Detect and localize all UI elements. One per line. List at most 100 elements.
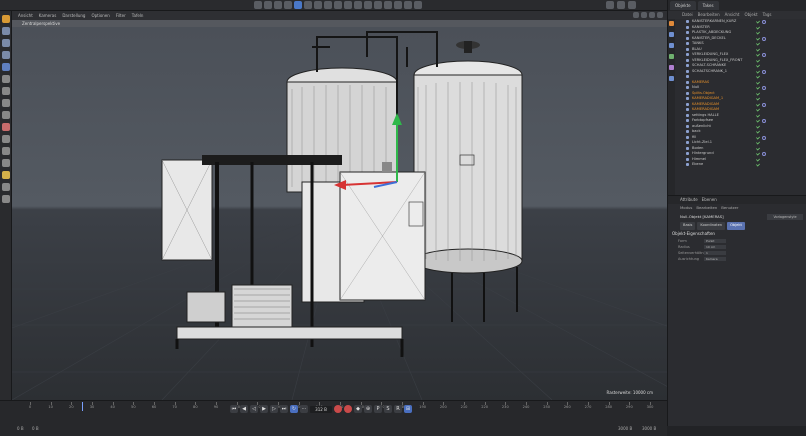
visible-check-icon[interactable] [756, 69, 760, 73]
rotation-key-icon[interactable]: R [394, 405, 402, 413]
array-icon[interactable] [374, 1, 382, 9]
grid-icon[interactable] [2, 195, 10, 203]
move-tool-icon[interactable] [2, 27, 10, 35]
rotate-tool-icon[interactable] [2, 51, 10, 59]
menu-bearbeiten-attr[interactable]: Bearbeiten [696, 204, 717, 212]
visible-check-icon[interactable] [756, 129, 760, 134]
goto-end-icon[interactable]: ⏭ [280, 405, 288, 413]
viewport-3d[interactable]: Rasterweite: 10000 cm [12, 27, 667, 400]
menu-filter[interactable]: Filter [116, 11, 126, 20]
cube-icon[interactable] [344, 1, 352, 9]
scale-key-icon[interactable]: S [384, 405, 392, 413]
menu-ansicht-om[interactable]: Ansicht [725, 11, 740, 19]
snap-tool-icon[interactable] [2, 159, 10, 167]
subtab-basis[interactable]: Basis [680, 222, 696, 230]
extrude-tool-icon[interactable] [2, 99, 10, 107]
camera-icon[interactable] [404, 1, 412, 9]
field-value[interactable]: Kamera [704, 257, 726, 261]
visible-check-icon[interactable] [756, 124, 760, 128]
menu-darstellung[interactable]: Darstellung [62, 11, 85, 20]
live-select-icon[interactable] [274, 1, 282, 9]
pan-icon[interactable] [633, 12, 639, 18]
orbit-icon[interactable] [649, 12, 655, 18]
settings-icon[interactable] [628, 1, 636, 9]
tab-attribute[interactable]: Attribute [680, 196, 698, 204]
paint-tool-icon[interactable] [2, 147, 10, 155]
frame-left[interactable]: 0 B [32, 426, 39, 431]
render-settings-icon[interactable] [334, 1, 342, 9]
layout-icon[interactable] [606, 1, 614, 9]
menu-bearbeiten[interactable]: Bearbeiten [698, 11, 720, 19]
axis-tool-icon[interactable] [2, 63, 10, 71]
menu-tafeln[interactable]: Tafeln [132, 11, 144, 20]
field-orientation[interactable]: Ausrichtung Kamera [668, 256, 806, 262]
model-mode-icon[interactable] [294, 1, 302, 9]
visible-check-icon[interactable] [756, 118, 760, 123]
record-icon[interactable] [334, 405, 342, 413]
menu-datei[interactable]: Datei [682, 11, 693, 19]
polygon-pen-icon[interactable] [2, 75, 10, 83]
points-mode-icon[interactable] [314, 1, 322, 9]
fps-icon[interactable]: ⋯ [300, 405, 308, 413]
play-icon[interactable]: ▶ [260, 405, 268, 413]
prev-frame-icon[interactable]: ◁ [250, 405, 258, 413]
prev-key-icon[interactable]: ◀ [240, 405, 248, 413]
visible-check-icon[interactable] [756, 113, 760, 117]
field-value[interactable]: Punkt [704, 239, 726, 243]
keyframe-selection-icon[interactable]: ⊕ [364, 405, 372, 413]
maximize-icon[interactable] [657, 12, 663, 18]
tag-icon[interactable] [762, 119, 766, 123]
object-mode-icon[interactable] [304, 1, 312, 9]
subtab-koordinaten[interactable]: Koordinaten [697, 222, 726, 230]
preset-dropdown[interactable]: Vorlagenstyle [767, 214, 803, 220]
menu-benutzer[interactable]: Benutzer [721, 204, 738, 212]
visible-check-icon[interactable] [756, 96, 760, 101]
visible-check-icon[interactable] [756, 151, 760, 156]
tab-takes[interactable]: Takes [697, 1, 719, 10]
tag-icon[interactable] [762, 69, 766, 74]
tab-objekte[interactable]: Objekte [670, 1, 696, 10]
tag-icon[interactable] [762, 135, 766, 140]
end-frame-a[interactable]: 3000 B [618, 426, 632, 431]
field-value[interactable]: 10 cm [704, 245, 726, 249]
bevel-tool-icon[interactable] [2, 111, 10, 119]
tag-icon[interactable] [762, 53, 766, 57]
tab-ebenen[interactable]: Ebenen [702, 196, 717, 204]
visible-check-icon[interactable] [756, 80, 760, 84]
visible-check-icon[interactable] [756, 58, 760, 62]
menu-objekt[interactable]: Objekt [744, 11, 757, 19]
subtab-objekt[interactable]: Objekt [727, 222, 745, 230]
visible-check-icon[interactable] [756, 85, 760, 90]
undo-icon[interactable] [254, 1, 262, 9]
object-row[interactable]: Ebene [668, 162, 806, 168]
tag-icon[interactable] [762, 102, 766, 107]
tag-icon[interactable] [762, 20, 766, 24]
brush-tool-icon[interactable] [2, 135, 10, 143]
visible-check-icon[interactable] [756, 157, 760, 161]
pen-icon[interactable] [354, 1, 362, 9]
visible-check-icon[interactable] [756, 19, 760, 24]
current-frame-field[interactable]: 312 B [310, 405, 332, 413]
knife-tool-icon[interactable] [2, 87, 10, 95]
subdivision-icon[interactable] [364, 1, 372, 9]
visible-check-icon[interactable] [756, 162, 760, 167]
visible-check-icon[interactable] [756, 36, 760, 40]
visible-check-icon[interactable] [756, 135, 760, 139]
start-frame[interactable]: 0 B [17, 426, 24, 431]
field-value[interactable]: 1 [704, 251, 726, 255]
next-frame-icon[interactable]: ▷ [270, 405, 278, 413]
menu-modus[interactable]: Modus [680, 204, 692, 212]
select-tool-icon[interactable] [2, 15, 10, 23]
zoom-icon[interactable] [641, 12, 647, 18]
visible-check-icon[interactable] [756, 140, 760, 145]
visible-check-icon[interactable] [756, 30, 760, 35]
tag-icon[interactable] [762, 86, 766, 90]
right-tank[interactable] [413, 41, 523, 322]
light-icon[interactable] [414, 1, 422, 9]
scale-tool-icon[interactable] [2, 39, 10, 47]
param-key-icon[interactable]: ⊞ [404, 405, 412, 413]
visible-check-icon[interactable] [756, 91, 760, 95]
visible-check-icon[interactable] [756, 47, 760, 51]
visible-check-icon[interactable] [756, 74, 760, 79]
visible-check-icon[interactable] [756, 41, 760, 46]
